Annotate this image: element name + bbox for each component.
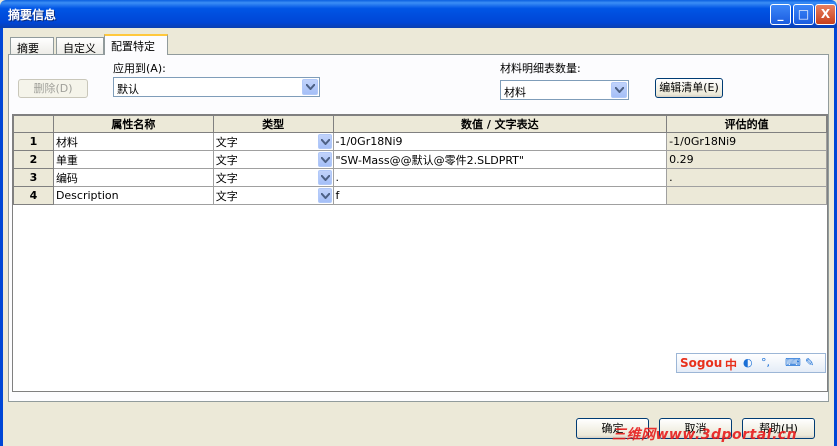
apply-to-label: 应用到(A): [113, 62, 166, 75]
chinese-mode-toggle[interactable]: 中 [725, 356, 737, 373]
sogou-logo: Sogou [680, 356, 723, 370]
value-cell[interactable]: . [332, 168, 668, 187]
chevron-down-icon[interactable] [302, 79, 318, 95]
table-row: 4 Description 文字 f [13, 186, 827, 205]
evaluated-cell: . [666, 168, 827, 187]
type-value: 文字 [215, 171, 238, 185]
property-name-cell[interactable]: 单重 [52, 150, 214, 169]
type-value: 文字 [215, 135, 238, 149]
table-row: 2 单重 文字 "SW-Mass@@默认@零件2.SLDPRT" 0.29 [13, 150, 827, 169]
value-expression-header: 数值 / 文字表达 [332, 115, 668, 133]
type-header: 类型 [212, 115, 334, 133]
row-number[interactable]: 1 [13, 132, 54, 151]
evaluated-cell [666, 186, 827, 205]
row-number[interactable]: 2 [13, 150, 54, 169]
row-number-header [13, 115, 54, 133]
property-name-header: 属性名称 [52, 115, 214, 133]
chevron-down-icon[interactable] [317, 152, 332, 167]
site-watermark: 三维网www.3dportal.cn [612, 427, 798, 443]
moon-icon[interactable]: ◐ [743, 356, 753, 369]
maximize-button[interactable]: □ [793, 4, 814, 25]
apply-to-value: 默认 [117, 83, 139, 96]
evaluated-cell: 0.29 [666, 150, 827, 169]
type-value: 文字 [215, 153, 238, 167]
delete-button[interactable]: 删除(D) [18, 79, 88, 98]
wrench-icon[interactable]: ✎ [805, 356, 814, 369]
apply-to-select[interactable]: 默认 [113, 77, 320, 97]
tab-config-specific[interactable]: 配置特定 [104, 34, 168, 55]
tab-custom[interactable]: 自定义 [56, 37, 104, 55]
property-name-cell[interactable]: Description [52, 186, 214, 205]
window-title: 摘要信息 [8, 8, 57, 22]
keyboard-icon[interactable]: ⌨ [785, 356, 801, 369]
property-name-cell[interactable]: 编码 [52, 168, 214, 187]
table-row: 3 编码 文字 . . [13, 168, 827, 187]
bom-quantity-select[interactable]: 材料 [500, 80, 629, 100]
row-number[interactable]: 4 [13, 186, 54, 205]
sogou-ime-toolbar[interactable]: Sogou 中 ◐ °, ⌨ ✎ [676, 353, 826, 373]
type-cell[interactable]: 文字 [212, 150, 334, 169]
row-number[interactable]: 3 [13, 168, 54, 187]
punctuation-toggle[interactable]: °, [761, 356, 770, 369]
property-name-cell[interactable]: 材料 [52, 132, 214, 151]
edit-list-button[interactable]: 编辑清单(E) [655, 78, 723, 98]
tab-summary[interactable]: 摘要 [10, 37, 54, 55]
evaluated-value-header: 评估的值 [666, 115, 827, 133]
type-cell[interactable]: 文字 [212, 186, 334, 205]
title-bar[interactable]: 摘要信息 _ □ X [0, 0, 837, 28]
properties-grid: 属性名称 类型 数值 / 文字表达 评估的值 1 材料 文字 -1/0Gr18N… [12, 114, 828, 392]
evaluated-cell: -1/0Gr18Ni9 [666, 132, 827, 151]
type-value: 文字 [215, 189, 238, 203]
value-cell[interactable]: "SW-Mass@@默认@零件2.SLDPRT" [332, 150, 668, 169]
chevron-down-icon[interactable] [317, 188, 332, 203]
bom-quantity-label: 材料明细表数量: [500, 62, 581, 75]
table-row: 1 材料 文字 -1/0Gr18Ni9 -1/0Gr18Ni9 [13, 132, 827, 151]
chevron-down-icon[interactable] [317, 170, 332, 185]
chevron-down-icon[interactable] [317, 134, 332, 149]
close-button[interactable]: X [815, 4, 836, 25]
value-cell[interactable]: f [332, 186, 668, 205]
value-cell[interactable]: -1/0Gr18Ni9 [332, 132, 668, 151]
bom-quantity-value: 材料 [504, 86, 526, 99]
type-cell[interactable]: 文字 [212, 168, 334, 187]
type-cell[interactable]: 文字 [212, 132, 334, 151]
minimize-button[interactable]: _ [770, 4, 791, 25]
chevron-down-icon[interactable] [611, 82, 627, 98]
